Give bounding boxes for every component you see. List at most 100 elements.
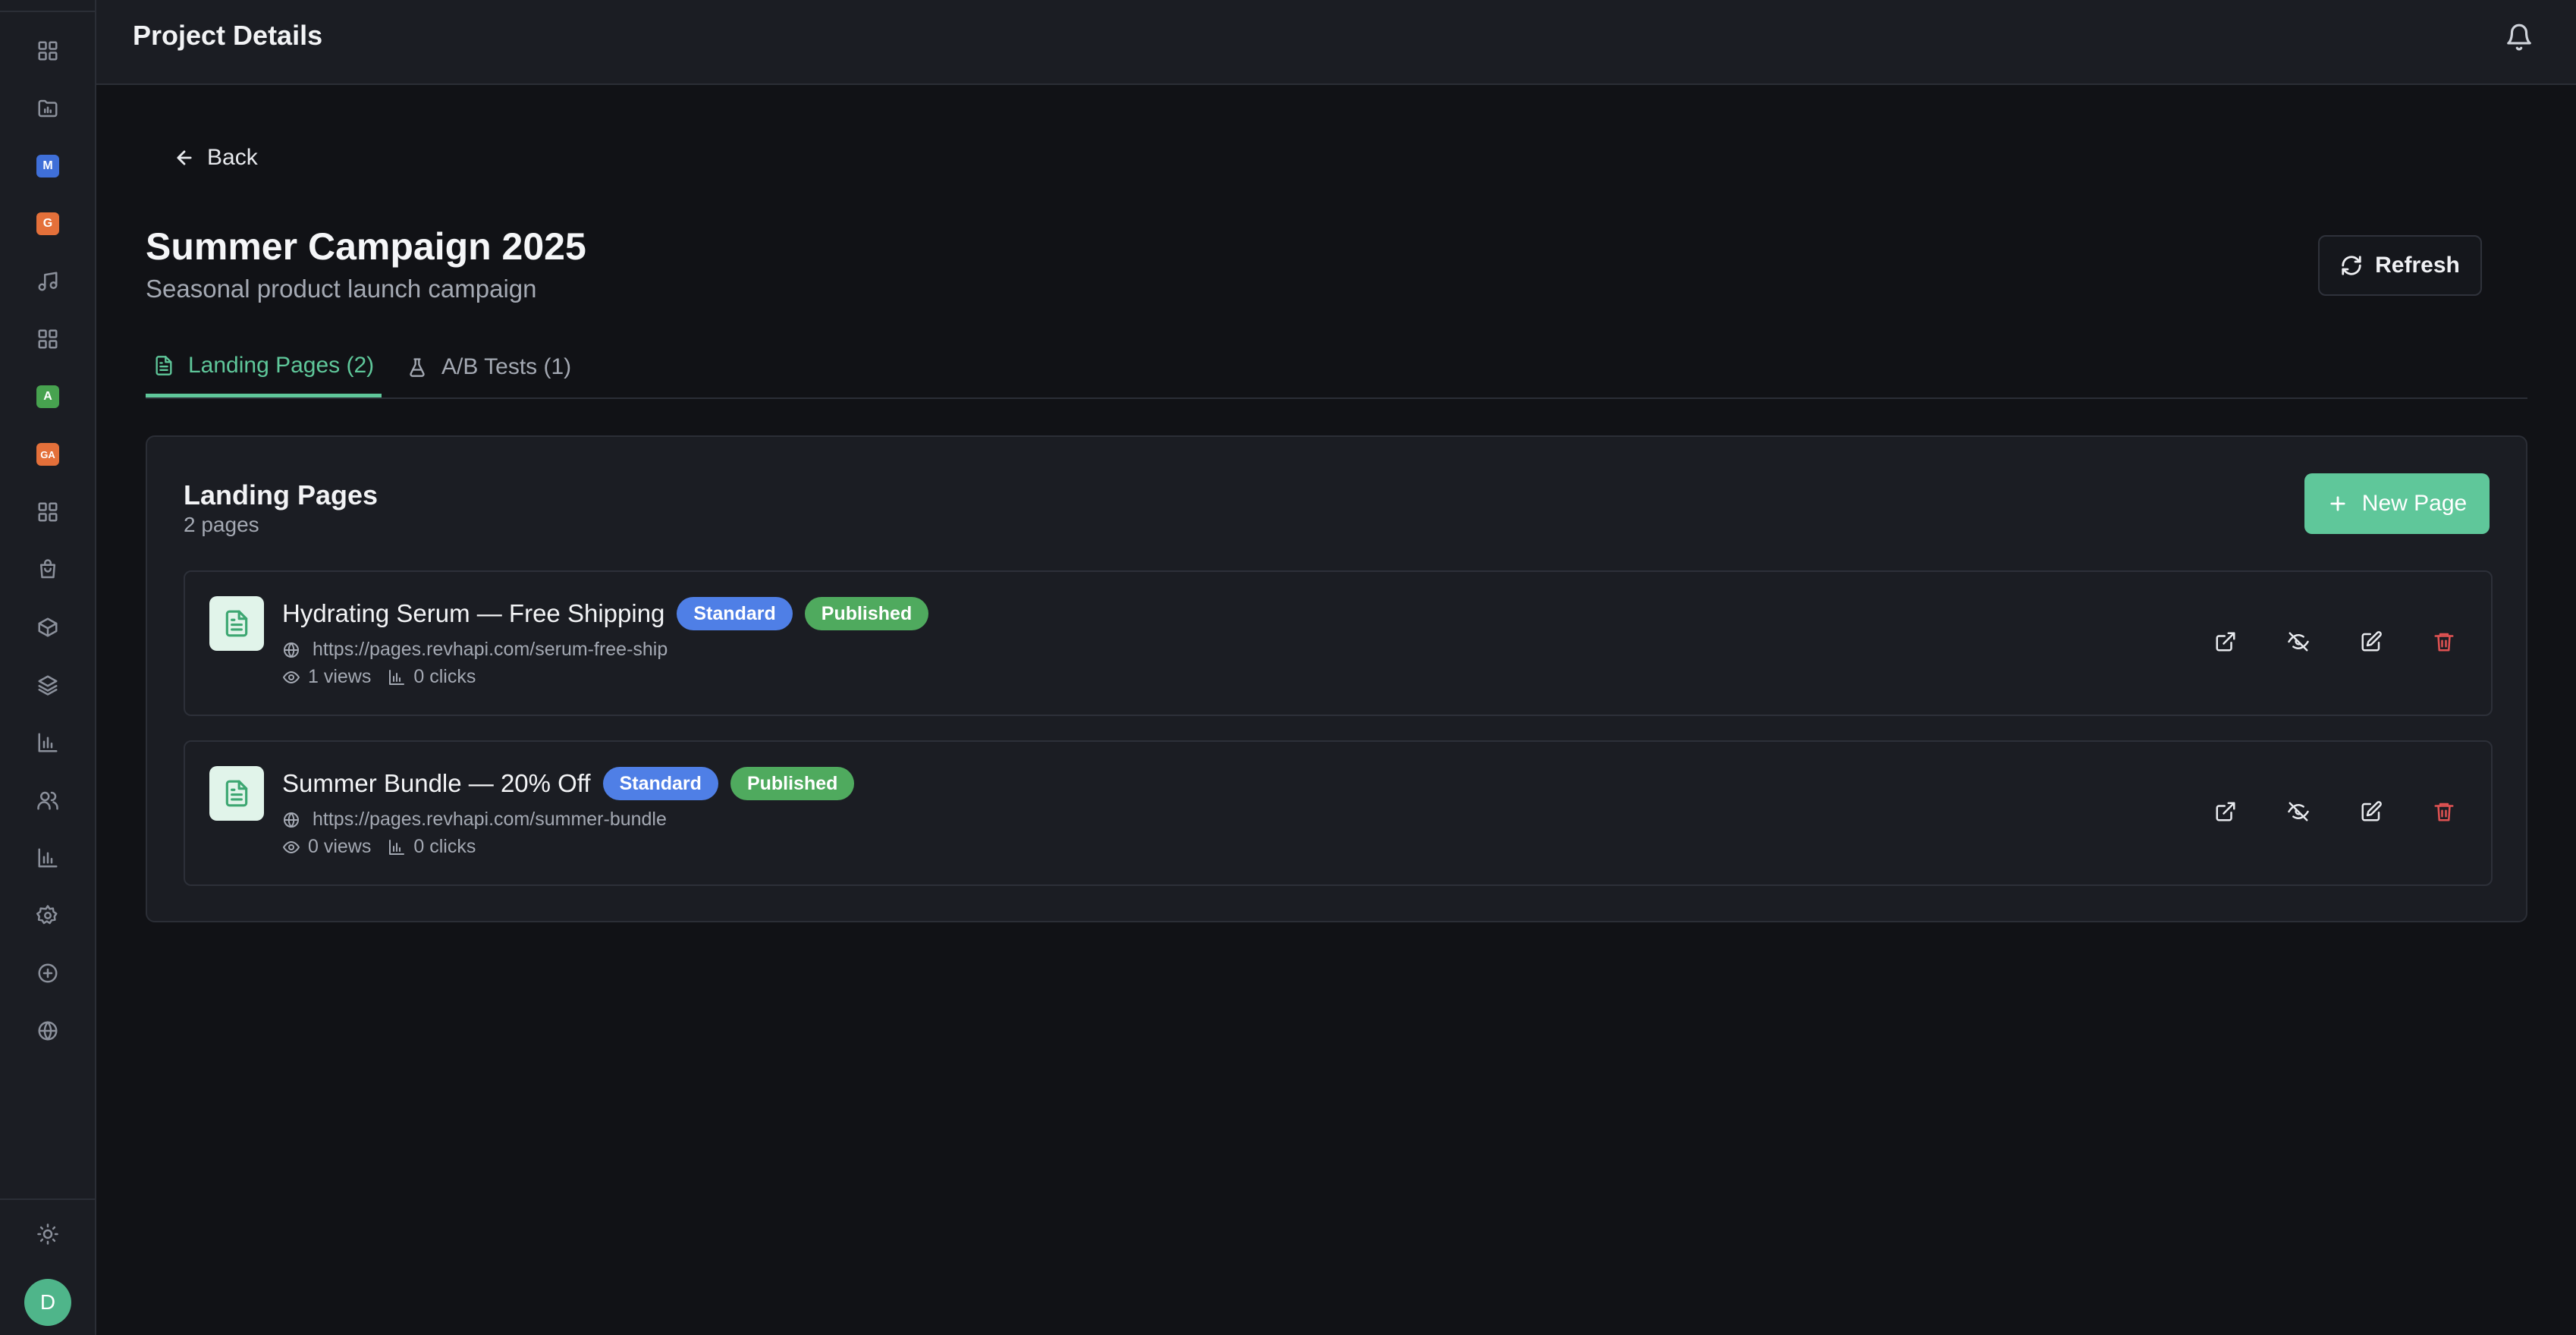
sidebar-item-g[interactable]: G [29,205,67,243]
users-icon [37,791,58,810]
back-button[interactable]: Back [163,140,269,176]
eye-icon [283,671,300,683]
sidebar-item-ga[interactable]: GA [29,435,67,473]
globe-icon [284,642,299,658]
app-root: M G A GA D Project Details Back Summer C… [0,0,2576,1335]
tab-landing-pages[interactable]: Landing Pages (2) [146,337,382,397]
document-icon [209,596,264,651]
theme-toggle[interactable] [29,1215,67,1253]
eye-icon [283,840,300,853]
new-page-button[interactable]: New Page [2304,473,2490,534]
notifications-button[interactable] [2502,20,2537,55]
bar-chart-icon [38,733,58,752]
bar-chart-icon [389,839,405,855]
trash-icon [2434,803,2454,821]
sidebar-item-settings[interactable] [29,897,67,934]
sidebar-item-shop[interactable] [29,551,67,589]
clicks-count: 0 clicks [413,836,476,857]
edit-icon [2361,801,2382,821]
document-icon [209,766,264,821]
landing-pages-panel: Landing Pages 2 pages New Page Hydrating… [146,435,2527,922]
bell-icon [2507,24,2531,51]
eye-off-icon [2288,802,2309,821]
open-external-button[interactable] [2203,789,2248,834]
refresh-icon [2342,256,2361,275]
back-label: Back [207,145,258,170]
page-title: Hydrating Serum — Free Shipping [282,599,665,627]
grid-icon [38,329,58,349]
sidebar-item-apps[interactable] [29,320,67,358]
folder-chart-icon [38,99,58,118]
sidebar-item-widgets[interactable] [29,493,67,531]
eye-off-icon [2288,632,2309,652]
sidebar-item-add[interactable] [29,954,67,992]
sidebar-item-dashboard[interactable] [29,32,67,70]
m-brand-icon: M [36,155,59,177]
edit-button[interactable] [2348,619,2394,664]
sidebar-item-music[interactable] [29,262,67,300]
page-count: 2 pages [184,513,259,536]
trash-icon [2434,633,2454,652]
sidebar-item-folders[interactable] [29,90,67,127]
status-badge: Published [730,767,855,800]
sidebar-item-a[interactable]: A [29,378,67,416]
sidebar-item-globe[interactable] [29,1012,67,1050]
open-external-button[interactable] [2203,619,2248,664]
sidebar-item-analytics[interactable] [29,724,67,762]
refresh-button[interactable]: Refresh [2318,235,2482,296]
a-brand-icon: A [36,385,59,408]
delete-button[interactable] [2421,619,2467,664]
external-link-icon [2216,632,2235,652]
gear-icon [36,905,58,925]
music-icon [38,272,58,291]
page-title: Project Details [133,20,323,51]
sidebar-item-m[interactable]: M [29,147,67,185]
edit-button[interactable] [2348,789,2394,834]
list-item[interactable]: Summer Bundle — 20% Off Standard Publish… [184,740,2493,886]
tab-label: A/B Tests (1) [441,354,572,379]
bar-chart-icon [38,848,58,868]
project-title: Summer Campaign 2025 [146,225,586,268]
page-title: Summer Bundle — 20% Off [282,769,591,797]
main-content: Back Summer Campaign 2025 Seasonal produ… [96,85,2576,1335]
flask-icon [410,358,425,377]
grid-icon [38,502,58,522]
shopping-bag-icon [40,559,55,579]
top-header: Project Details [96,0,2576,85]
views-count: 1 views [308,666,372,687]
status-badge: Published [804,597,929,630]
project-subtitle: Seasonal product launch campaign [146,275,537,303]
page-url: https://pages.revhapi.com/summer-bundle [313,809,667,830]
sidebar-item-users[interactable] [29,781,67,819]
edit-icon [2361,631,2382,652]
globe-icon [284,812,299,828]
box-icon [38,617,58,637]
list-item[interactable]: Hydrating Serum — Free Shipping Standard… [184,570,2493,716]
grid-icon [38,41,58,61]
new-page-label: New Page [2361,491,2468,516]
plus-circle-icon [38,963,58,983]
panel-title: Landing Pages [184,479,379,510]
delete-button[interactable] [2421,789,2467,834]
clicks-count: 0 clicks [413,666,476,687]
tab-ab-tests[interactable]: A/B Tests (1) [399,337,579,397]
views-count: 0 views [308,836,372,857]
unpublish-button[interactable] [2276,619,2321,664]
type-badge: Standard [602,767,718,800]
layers-icon [38,675,58,696]
tab-label: Landing Pages (2) [188,352,375,378]
sidebar-divider [0,1198,95,1200]
arrow-left-icon [177,150,192,165]
sidebar-item-reports[interactable] [29,839,67,877]
globe-icon [38,1021,58,1041]
sidebar-item-products[interactable] [29,608,67,646]
unpublish-button[interactable] [2276,789,2321,834]
tab-bar: Landing Pages (2) A/B Tests (1) [146,319,2527,399]
sidebar-divider [0,11,95,12]
plus-icon [2330,496,2345,511]
file-text-icon [156,355,172,375]
sidebar-item-layers[interactable] [29,666,67,704]
type-badge: Standard [677,597,793,630]
avatar[interactable]: D [24,1279,71,1326]
refresh-label: Refresh [2375,253,2460,278]
